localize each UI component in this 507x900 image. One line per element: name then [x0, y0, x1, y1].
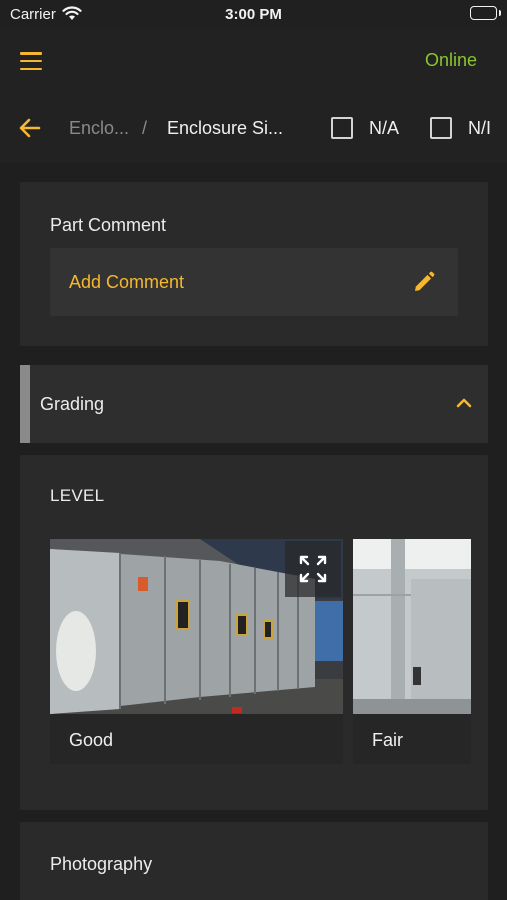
grading-accent-bar — [20, 365, 30, 443]
expand-icon[interactable] — [285, 541, 341, 597]
add-comment-label: Add Comment — [69, 272, 185, 292]
level-title: LEVEL — [50, 486, 105, 505]
ni-checkbox[interactable]: N/I — [430, 117, 491, 139]
level-card: LEVEL Good Fair — [20, 455, 488, 810]
pencil-icon[interactable] — [412, 270, 436, 299]
part-comment-title: Part Comment — [50, 215, 167, 235]
status-bar: Carrier 3:00 PM — [0, 0, 507, 28]
na-checkbox-box[interactable] — [331, 117, 353, 139]
add-comment-button[interactable]: Add Comment — [50, 248, 458, 316]
level-option-good[interactable]: Good — [50, 539, 343, 764]
ni-checkbox-label: N/I — [468, 117, 492, 138]
photography-card: Photography — [20, 822, 488, 900]
chevron-up-icon[interactable] — [456, 396, 472, 414]
app-bar: Online Enclo... / Enclosure Si... N/A N/… — [0, 28, 507, 162]
battery-icon — [470, 6, 497, 20]
level-option-fair[interactable]: Fair — [353, 539, 471, 764]
connection-status: Online — [424, 50, 477, 70]
clock: 3:00 PM — [225, 6, 282, 23]
part-comment-card: Part Comment Add Comment — [20, 182, 488, 346]
back-arrow-icon[interactable] — [18, 116, 44, 140]
na-checkbox[interactable]: N/A — [331, 117, 399, 139]
na-checkbox-label: N/A — [369, 117, 400, 138]
level-option-label: Good — [69, 730, 114, 750]
grading-section-header[interactable]: Grading — [20, 365, 488, 443]
menu-icon[interactable] — [18, 50, 44, 72]
ni-checkbox-box[interactable] — [430, 117, 452, 139]
photography-title: Photography — [50, 854, 153, 874]
breadcrumb-current: Enclosure Si... — [167, 118, 284, 138]
equipment-photo — [353, 539, 471, 714]
breadcrumb-separator: / — [142, 118, 148, 138]
level-option-label: Fair — [372, 730, 403, 750]
breadcrumb-parent[interactable]: Enclo... — [69, 118, 129, 139]
grading-title: Grading — [40, 394, 105, 414]
